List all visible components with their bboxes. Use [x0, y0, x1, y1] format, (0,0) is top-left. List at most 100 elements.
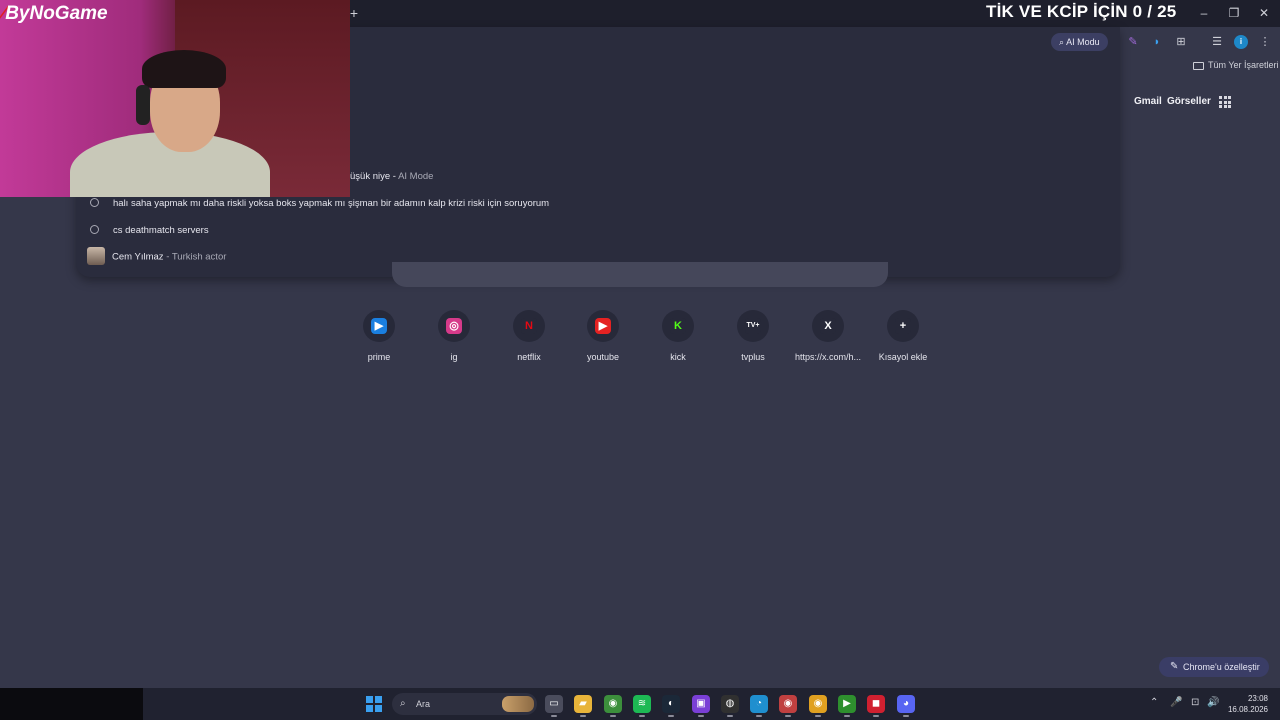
shortcut-icon-circle: + [887, 310, 919, 342]
running-indicator [580, 715, 586, 717]
file-explorer-icon[interactable]: ▰ [574, 695, 592, 713]
gmail-link[interactable]: Gmail [1134, 96, 1162, 107]
instagram-icon: ◎ [446, 318, 462, 334]
suggestion-text: cs deathmatch servers [113, 225, 209, 236]
shortcut-icon-circle: ▶ [363, 310, 395, 342]
history-icon [90, 197, 99, 207]
running-indicator [785, 715, 791, 717]
shortcut-tile[interactable]: ◎ ig [416, 310, 492, 362]
network-icon[interactable]: ⊡ [1191, 697, 1199, 708]
running-indicator [815, 715, 821, 717]
chrome-canary-icon[interactable]: ◉ [809, 695, 827, 713]
volume-icon[interactable]: 🔊 [1207, 697, 1219, 708]
tvplus-icon: TV+ [745, 318, 761, 334]
extensions-icon[interactable]: ⊞ [1173, 34, 1189, 50]
suggestion-item[interactable]: halı saha yapmak mı daha riskli yoksa bo… [90, 197, 549, 209]
obs-icon[interactable]: ◍ [721, 695, 739, 713]
menu-icon[interactable]: ⋮ [1257, 34, 1273, 50]
prime-video-icon: ▶ [371, 318, 387, 334]
shortcut-tile[interactable]: Xhttps://x.com/h... [790, 310, 866, 362]
edge-icon[interactable]: ◔ [750, 695, 768, 713]
clipchamp-icon[interactable]: ▣ [692, 695, 710, 713]
discord-icon[interactable]: ◕ [897, 695, 915, 713]
shortcut-tile[interactable]: Nnetflix [491, 310, 567, 362]
pencil-icon: ✎ [1170, 661, 1179, 672]
search-icon: ⌕ [1059, 37, 1065, 47]
shortcut-label: ig [450, 352, 458, 362]
running-indicator [903, 715, 909, 717]
ai-mode-button[interactable]: ⌕ AI Modu [1051, 33, 1108, 51]
task-view-icon[interactable]: ▭ [545, 695, 563, 713]
microphone-icon[interactable]: 🎤 [1170, 697, 1182, 708]
shortcut-icon-circle: K [662, 310, 694, 342]
suggestion-separator: - [390, 171, 399, 182]
suggestion-subtext: Turkish actor [171, 251, 227, 263]
restore-button[interactable]: ❐ [1224, 4, 1244, 22]
profile-avatar[interactable]: i [1234, 35, 1248, 49]
folder-icon [1193, 61, 1204, 70]
all-bookmarks-button[interactable]: Tüm Yer İşaretleri [1193, 60, 1279, 70]
taskbar-search-label: Ara [416, 699, 431, 709]
close-button[interactable]: ✕ [1254, 4, 1274, 22]
steam-icon[interactable]: ◐ [662, 695, 680, 713]
shortcut-label: tvplus [741, 352, 765, 362]
history-icon [90, 224, 99, 234]
clock-time: 23:08 [1247, 694, 1268, 703]
shortcut-label: netflix [517, 352, 541, 362]
suggestion-subtext: AI Mode [398, 171, 434, 182]
minimize-button[interactable]: – [1194, 4, 1214, 22]
shortcut-tile[interactable]: ▶ youtube [565, 310, 641, 362]
windows-start-icon[interactable] [366, 696, 382, 712]
chrome-icon[interactable]: ◉ [604, 695, 622, 713]
clock[interactable]: 23:08 16.08.2026 [1226, 693, 1268, 715]
shortcut-icon-circle: ▶ [587, 310, 619, 342]
images-link[interactable]: Görseller [1167, 96, 1211, 107]
shortcut-icon-circle: X [812, 310, 844, 342]
chrome-profile-icon[interactable]: ◉ [779, 695, 797, 713]
customize-chrome-button[interactable]: ✎ Chrome'u özelleştir [1159, 657, 1269, 677]
youtube-icon: ▶ [595, 318, 611, 334]
shortcut-label: prime [367, 352, 391, 362]
running-indicator [756, 715, 762, 717]
streamer-hair [142, 50, 226, 88]
shortcut-tile[interactable]: ▶ prime [341, 310, 417, 362]
google-apps-icon[interactable] [1219, 96, 1231, 108]
suggestion-text: üşük niye [350, 171, 391, 182]
running-indicator [639, 715, 645, 717]
shortcut-tile[interactable]: TV+ tvplus [715, 310, 791, 362]
shortcut-label: https://x.com/h... [794, 352, 862, 362]
taskbar-search[interactable]: ⌕ Ara [392, 693, 537, 715]
customize-label: Chrome'u özelleştir [1183, 662, 1260, 672]
netflix-icon: N [521, 318, 537, 334]
chevron-up-icon[interactable]: ⌃ [1150, 697, 1158, 708]
taskbar: ⌕ Ara ▭ ▰ ◉ ≋ ◐ ▣ ◍ ◔ ◉ ◉ ▶ ◼ ◕ ⌃ 🎤 ⊡ 🔊 23:08 16.08.… [0, 688, 1280, 720]
search-box[interactable] [392, 262, 888, 287]
search-highlight-thumbnail [502, 696, 534, 712]
suggestion-item[interactable]: Cem Yılmaz - Turkish actor [87, 247, 227, 266]
plus-icon: + [895, 318, 911, 334]
headphones-icon [136, 85, 150, 125]
avatar [87, 247, 105, 265]
suggestion-separator: - [163, 251, 172, 263]
kick-icon: K [670, 318, 686, 334]
suggestion-item[interactable]: cs deathmatch servers [90, 224, 209, 236]
spotify-icon[interactable]: ≋ [633, 695, 651, 713]
shortcut-tile[interactable]: + Kısayol ekle [865, 310, 941, 362]
running-indicator [610, 715, 616, 717]
running-indicator [727, 715, 733, 717]
ai-mode-label: AI Modu [1066, 37, 1100, 47]
shortcut-tile[interactable]: Kkick [640, 310, 716, 362]
suggestion-ai-mode[interactable]: üşük niye - AI Mode [350, 171, 433, 182]
logo-text: ByNoGame [5, 3, 108, 24]
shortcut-label: kick [670, 352, 686, 362]
suggestion-text: Cem Yılmaz [112, 251, 164, 263]
bynogame-app-icon[interactable]: ◼ [867, 695, 885, 713]
reading-list-icon[interactable]: ☰ [1209, 34, 1225, 50]
kick-app-icon[interactable]: ▶ [838, 695, 856, 713]
x-icon: X [820, 318, 836, 334]
shortcut-icon-circle: TV+ [737, 310, 769, 342]
stream-overlay-text: TİK VE KCİP İÇİN 0 / 25 [986, 2, 1177, 21]
pen-extension-icon[interactable]: ✎ [1125, 34, 1141, 50]
broadcast-extension-icon[interactable]: ◗ [1149, 34, 1165, 50]
running-indicator [668, 715, 674, 717]
